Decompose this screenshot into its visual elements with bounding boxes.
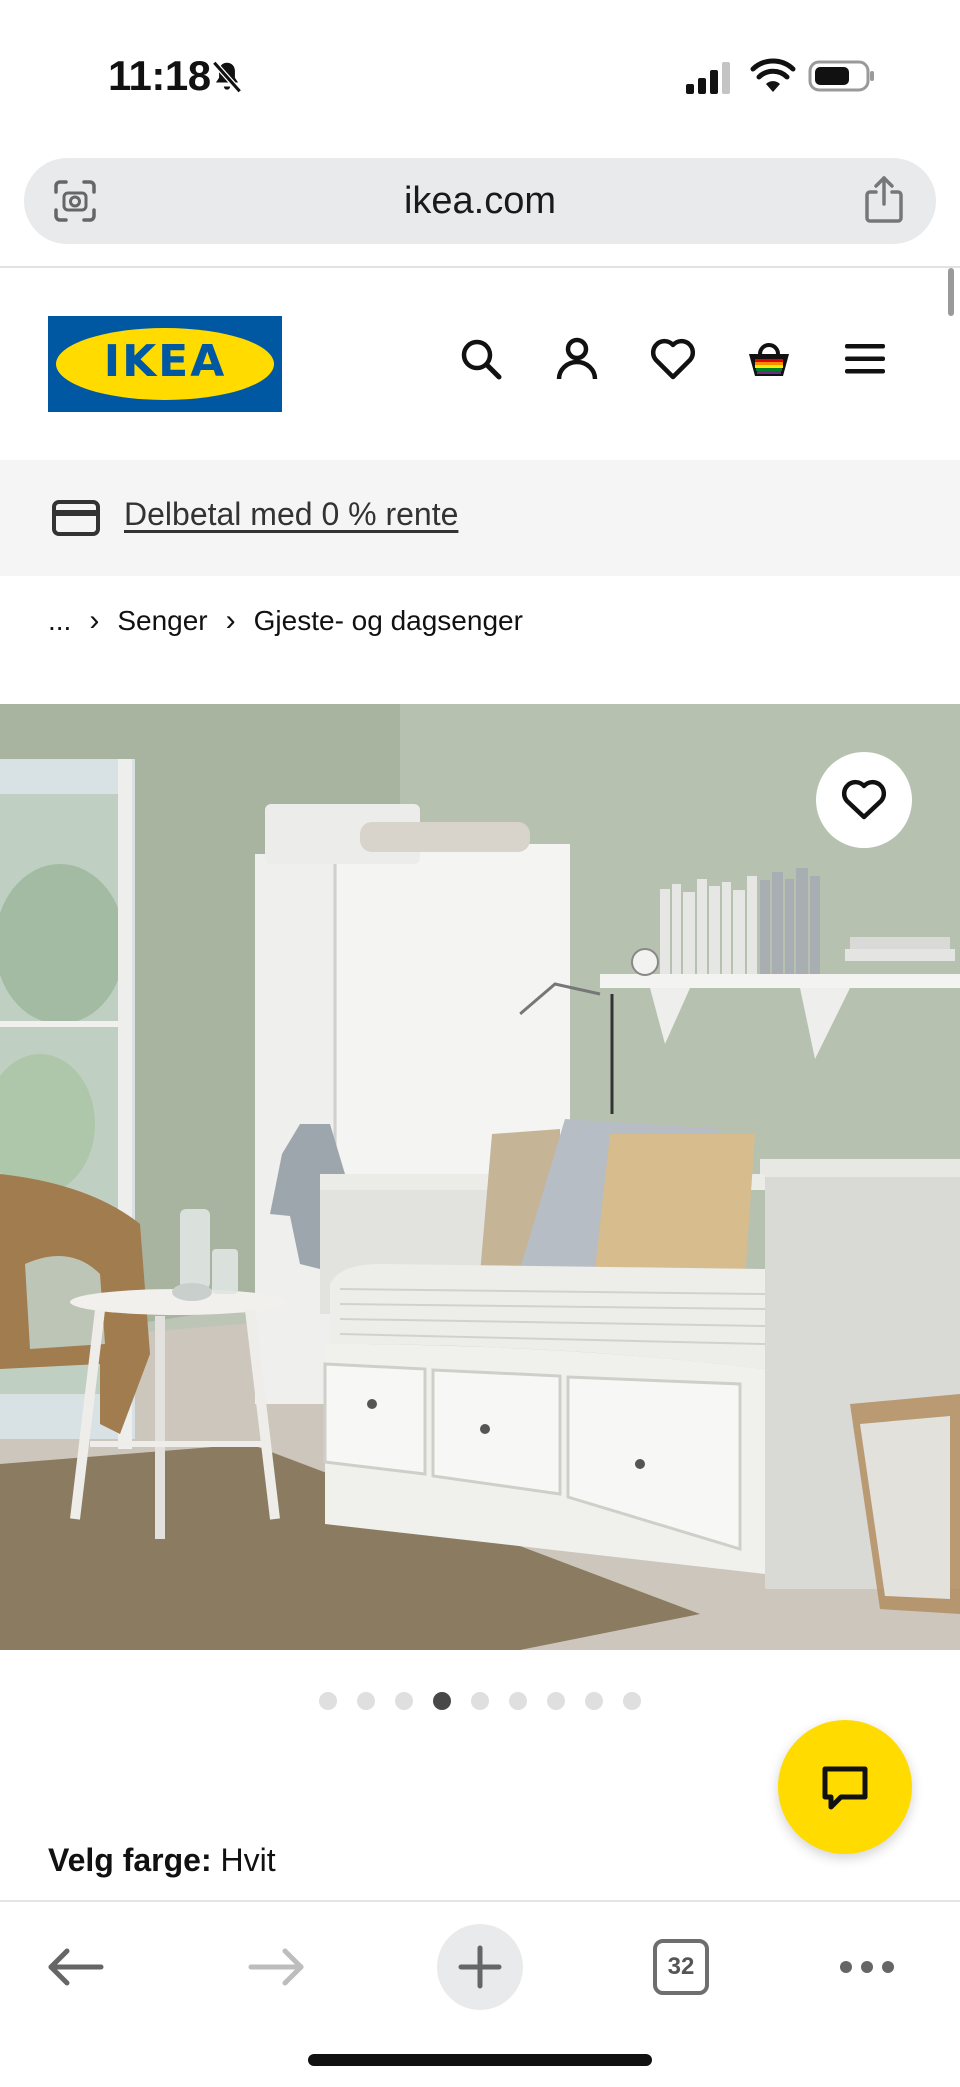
gallery-dot[interactable]	[471, 1692, 489, 1710]
daybed-room-illustration	[0, 704, 960, 1650]
chat-button[interactable]	[778, 1720, 912, 1854]
color-value: Hvit	[220, 1842, 276, 1878]
gallery-dots	[0, 1692, 960, 1710]
gallery-dot[interactable]	[585, 1692, 603, 1710]
breadcrumb-separator: ›	[225, 604, 236, 637]
forward-button[interactable]	[234, 1924, 320, 2010]
cellular-signal-icon	[686, 62, 730, 94]
breadcrumb-ellipsis[interactable]: ...	[48, 605, 71, 637]
ikea-logo[interactable]: IKEA	[48, 316, 282, 412]
wifi-icon	[750, 58, 796, 92]
tabs-icon: 32	[653, 1939, 709, 1995]
site-header: IKEA	[0, 268, 960, 460]
forward-icon	[248, 1948, 304, 1986]
gallery-dot[interactable]	[509, 1692, 527, 1710]
breadcrumb-item-gjeste[interactable]: Gjeste- og dagsenger	[254, 605, 523, 637]
bell-off-icon	[212, 60, 242, 94]
gallery-dot[interactable]	[547, 1692, 565, 1710]
heart-icon	[841, 779, 887, 820]
menu-icon[interactable]	[842, 336, 888, 382]
breadcrumb: ... › Senger › Gjeste- og dagsenger	[48, 604, 523, 638]
more-button[interactable]	[824, 1924, 910, 2010]
status-time: 11:18	[108, 52, 211, 99]
promo-link[interactable]: Delbetal med 0 % rente	[124, 496, 458, 533]
home-indicator[interactable]	[308, 2054, 652, 2066]
promo-banner: Delbetal med 0 % rente	[0, 460, 960, 576]
status-bar: 11:18	[0, 0, 960, 150]
address-bar[interactable]: ikea.com	[24, 158, 936, 244]
tabs-button[interactable]: 32	[638, 1924, 724, 2010]
url-text[interactable]: ikea.com	[24, 180, 936, 223]
color-label-title: Velg farge:	[48, 1842, 212, 1878]
back-button[interactable]	[32, 1924, 118, 2010]
gallery-dot[interactable]	[319, 1692, 337, 1710]
gallery-dot-active[interactable]	[433, 1692, 451, 1710]
favorite-button[interactable]	[816, 752, 912, 848]
cart-icon[interactable]	[746, 336, 792, 382]
product-image[interactable]	[0, 704, 960, 1650]
chat-icon	[822, 1766, 868, 1810]
new-tab-button[interactable]	[437, 1924, 523, 2010]
more-icon	[840, 1961, 894, 1973]
battery-icon	[808, 60, 874, 92]
gallery-dot[interactable]	[357, 1692, 375, 1710]
heart-icon[interactable]	[650, 336, 696, 382]
breadcrumb-separator: ›	[89, 604, 100, 637]
back-icon	[48, 1948, 104, 1986]
credit-card-icon	[52, 500, 100, 536]
plus-icon	[458, 1945, 502, 1989]
breadcrumb-item-senger[interactable]: Senger	[117, 605, 207, 637]
color-selector-label: Velg farge: Hvit	[48, 1842, 276, 1879]
share-icon[interactable]	[862, 174, 906, 224]
search-icon[interactable]	[458, 336, 504, 382]
account-icon[interactable]	[554, 336, 600, 382]
gallery-dot[interactable]	[623, 1692, 641, 1710]
logo-text: IKEA	[103, 336, 227, 387]
gallery-dot[interactable]	[395, 1692, 413, 1710]
